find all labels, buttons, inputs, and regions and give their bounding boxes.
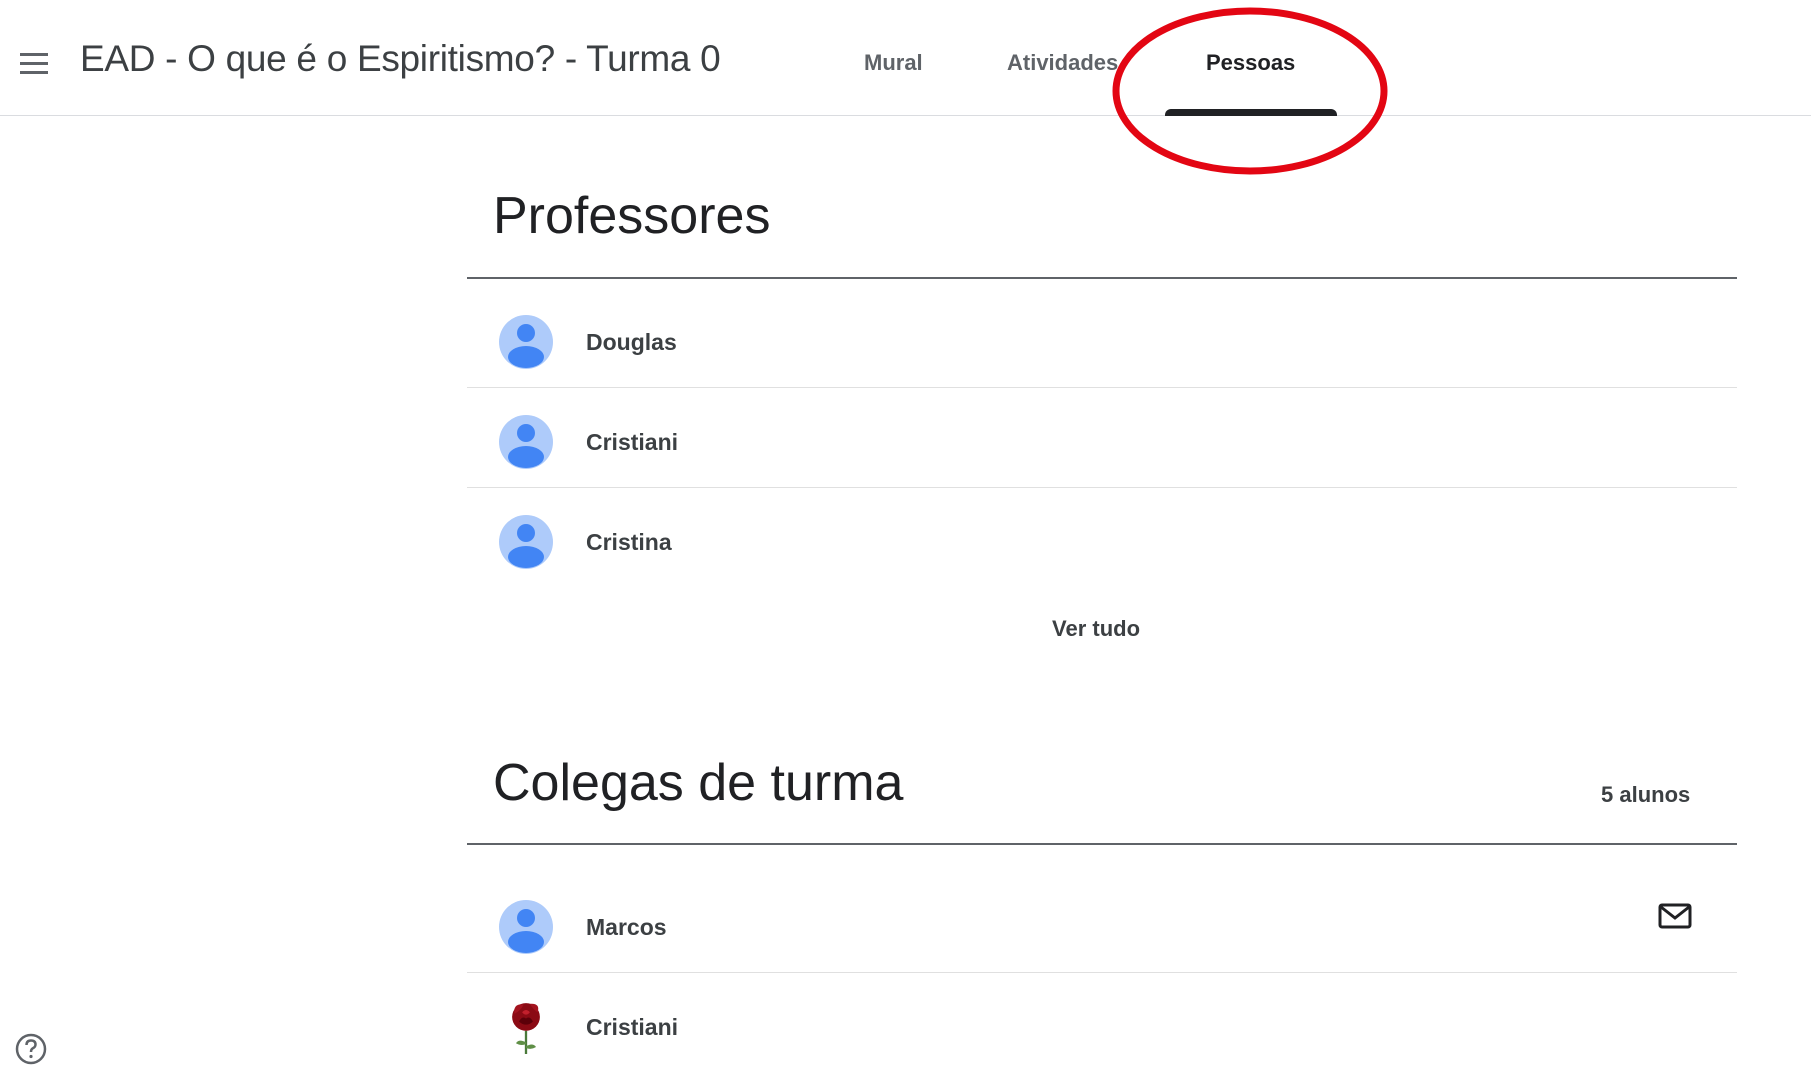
avatar-icon [499, 315, 553, 369]
see-all-button[interactable]: Ver tudo [1052, 616, 1140, 642]
classmates-heading: Colegas de turma [493, 754, 904, 812]
help-icon[interactable] [14, 1032, 48, 1066]
tab-pessoas[interactable]: Pessoas [1206, 50, 1295, 76]
avatar-icon [499, 900, 553, 954]
top-app-bar: EAD - O que é o Espiritismo? - Turma 0 M… [0, 0, 1811, 116]
email-icon[interactable] [1652, 894, 1698, 940]
classmate-row[interactable]: Marcos [467, 873, 1737, 973]
course-title[interactable]: EAD - O que é o Espiritismo? - Turma 0 [80, 38, 721, 80]
teachers-divider [467, 277, 1737, 279]
teacher-name: Cristina [586, 529, 672, 555]
teachers-heading: Professores [493, 187, 771, 245]
teacher-row[interactable]: Cristina [467, 488, 1737, 588]
student-count: 5 alunos [1601, 782, 1691, 807]
teacher-row[interactable]: Cristiani [467, 388, 1737, 488]
active-tab-indicator [1165, 109, 1337, 116]
teacher-row[interactable]: Douglas [467, 288, 1737, 388]
tab-mural[interactable]: Mural [864, 50, 923, 76]
hamburger-menu-icon[interactable] [14, 44, 54, 84]
classmate-name: Marcos [586, 914, 667, 940]
rose-avatar-icon [512, 1003, 540, 1054]
teacher-name: Douglas [586, 329, 677, 355]
classmate-row[interactable]: Cristiani [467, 973, 1737, 1073]
teacher-name: Cristiani [586, 429, 679, 455]
avatar-icon [499, 515, 553, 569]
avatar-icon [499, 415, 553, 469]
classmates-divider [467, 843, 1737, 845]
classmate-name: Cristiani [586, 1014, 679, 1040]
tab-atividades[interactable]: Atividades [1007, 50, 1118, 76]
